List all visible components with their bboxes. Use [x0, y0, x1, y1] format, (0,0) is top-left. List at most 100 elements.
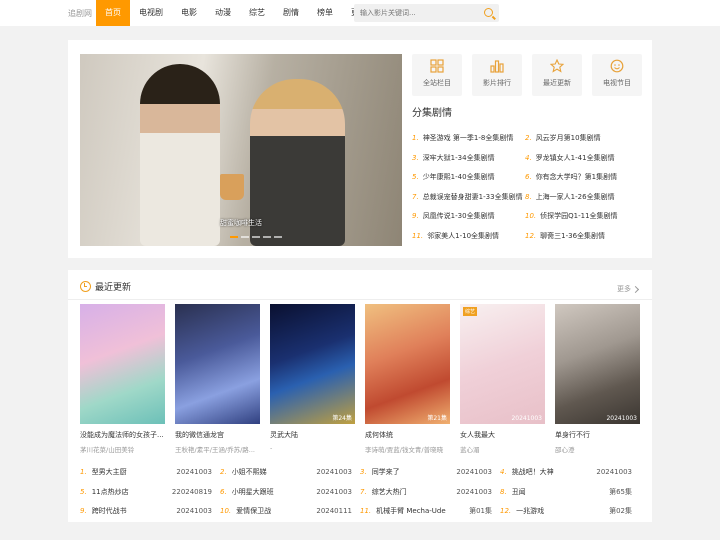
- list-item[interactable]: 2. 小姐不熙娣 20241003: [220, 463, 360, 483]
- card-title[interactable]: 没能成为魔法师的女孩子...: [80, 430, 165, 440]
- card-title[interactable]: 女人我最大: [460, 430, 545, 440]
- media-card[interactable]: 第24集 灵武大陆 -: [270, 304, 355, 454]
- quick-all-columns[interactable]: 全站栏目: [412, 54, 462, 96]
- episode-title: 你有念大学吗？第1集剧情: [535, 173, 618, 181]
- list-item[interactable]: 9. 跨时代战书 20241003: [80, 502, 220, 522]
- list-num: 4.: [500, 468, 507, 476]
- list-num: 2.: [220, 468, 227, 476]
- poster-image[interactable]: 综艺 20241003: [460, 304, 545, 424]
- quick-recent[interactable]: 最近更新: [532, 54, 582, 96]
- quick-tv-programs[interactable]: 电视节目: [592, 54, 642, 96]
- list-num: 11.: [360, 507, 372, 515]
- hero-banner[interactable]: 甜蜜咖啡生活: [80, 54, 402, 246]
- hero-panel: 甜蜜咖啡生活 全站栏目 影片排行 最近更新 电视节目 分集剧情 1. 神圣游戏 …: [68, 40, 652, 258]
- list-item[interactable]: 3. 同学来了 20241003: [360, 463, 500, 483]
- media-card[interactable]: 综艺 20241003 女人我最大 蓝心湄: [460, 304, 545, 454]
- episode-title: 风云岁月第10集剧情: [535, 134, 601, 142]
- chart-icon: [472, 54, 522, 78]
- list-num: 3.: [360, 468, 367, 476]
- card-title[interactable]: 成何体统: [365, 430, 450, 440]
- list-num: 9.: [80, 507, 87, 515]
- episode-num: 12.: [525, 231, 537, 240]
- episode-title: 侦探学园Q1-11全集剧情: [540, 212, 618, 220]
- pager-dot[interactable]: [263, 236, 271, 238]
- list-title: 小姐不熙娣: [231, 468, 267, 476]
- episode-link[interactable]: 7. 总裁误宠替身甜妻1-33全集剧情: [412, 188, 525, 208]
- list-status: 20240111: [316, 507, 352, 515]
- media-card[interactable]: 我的微信通龙宫 王秋艳/素平/王涵/乔苏/路...: [175, 304, 260, 454]
- nav-ranking[interactable]: 榜单: [308, 0, 342, 26]
- list-title: 小明星大跟班: [231, 487, 274, 496]
- nav-movie[interactable]: 电影: [172, 0, 206, 26]
- poster-image[interactable]: [175, 304, 260, 424]
- card-cast: 王秋艳/素平/王涵/乔苏/路...: [175, 446, 255, 454]
- clock-icon: [80, 281, 91, 292]
- nav-plot[interactable]: 剧情: [274, 0, 308, 26]
- banner-pager: [230, 236, 282, 238]
- episode-link[interactable]: 12. 聊斋三1-36全集剧情: [525, 227, 638, 247]
- list-status: 20241003: [456, 487, 492, 496]
- list-status: 20241003: [316, 468, 352, 476]
- list-status: 第01集: [469, 507, 492, 515]
- pager-dot[interactable]: [274, 236, 282, 238]
- nav-anime[interactable]: 动漫: [206, 0, 240, 26]
- episode-link[interactable]: 9. 凤凰传说1-30全集剧情: [412, 207, 525, 227]
- list-title: 同学来了: [371, 468, 400, 476]
- episode-link[interactable]: 3. 深牢大狱1-34全集剧情: [412, 149, 525, 169]
- poster-image[interactable]: 第24集: [270, 304, 355, 424]
- pager-dot[interactable]: [252, 236, 260, 238]
- search-input[interactable]: [354, 4, 474, 22]
- list-title: 型男大主厨: [91, 468, 127, 476]
- grid-icon: [412, 54, 462, 78]
- list-item[interactable]: 11. 机械手臂 Mecha-Ude 第01集: [360, 502, 500, 522]
- episode-num: 9.: [412, 212, 419, 220]
- list-item[interactable]: 12. 一兆游戏 第02集: [500, 502, 640, 522]
- recent-header: 最近更新: [80, 280, 131, 293]
- media-card[interactable]: 第21集 成何体统 李诗萌/贾蓝/钱文青/普晓晓: [365, 304, 450, 454]
- banner-caption: 甜蜜咖啡生活: [220, 219, 262, 227]
- list-title: 综艺大热门: [371, 487, 407, 496]
- list-item[interactable]: 10. 爱情保卫战 20240111: [220, 502, 360, 522]
- poster-image[interactable]: 第21集: [365, 304, 450, 424]
- more-label: 更多: [617, 285, 631, 293]
- episode-link[interactable]: 5. 少年康熙1-40全集剧情: [412, 168, 525, 188]
- episode-title: 凤凰传说1-30全集剧情: [422, 212, 495, 220]
- list-num: 10.: [220, 507, 232, 515]
- episode-link[interactable]: 11. 邻家美人1-10全集剧情: [412, 227, 525, 247]
- list-item[interactable]: 6. 小明星大跟班 20241003: [220, 483, 360, 503]
- nav-variety[interactable]: 综艺: [240, 0, 274, 26]
- episode-title: 罗龙镇女人1-41全集剧情: [535, 153, 615, 162]
- episode-link[interactable]: 1. 神圣游戏 第一季1-8全集剧情: [412, 129, 525, 149]
- list-status: 20241003: [316, 487, 352, 496]
- list-item[interactable]: 4. 挑战吧！大神 20241003: [500, 463, 640, 483]
- media-card[interactable]: 没能成为魔法师的女孩子... 茅川花菜/山田美铃: [80, 304, 165, 454]
- quick-label: 全站栏目: [423, 79, 451, 87]
- nav-tv[interactable]: 电视剧: [130, 0, 172, 26]
- card-title[interactable]: 我的微信通龙宫: [175, 430, 260, 440]
- pager-dot[interactable]: [241, 236, 249, 238]
- list-num: 5.: [80, 487, 87, 496]
- episode-link[interactable]: 6. 你有念大学吗？第1集剧情: [525, 168, 638, 188]
- list-title: 爱情保卫战: [236, 507, 272, 515]
- more-link[interactable]: 更多: [617, 284, 640, 294]
- poster-image[interactable]: [80, 304, 165, 424]
- divider: [68, 299, 652, 300]
- list-item[interactable]: 5. 11点热炒店 220240819: [80, 483, 220, 503]
- episode-link[interactable]: 8. 上海一家人1-26全集剧情: [525, 188, 638, 208]
- episode-link[interactable]: 4. 罗龙镇女人1-41全集剧情: [525, 149, 638, 169]
- poster-image[interactable]: 20241003: [555, 304, 640, 424]
- list-item[interactable]: 1. 型男大主厨 20241003: [80, 463, 220, 483]
- pager-dot[interactable]: [230, 236, 238, 238]
- list-item[interactable]: 8. 丑闻 第65集: [500, 483, 640, 503]
- media-card[interactable]: 20241003 单身行不行 邵心澄: [555, 304, 640, 454]
- card-title[interactable]: 单身行不行: [555, 430, 640, 440]
- card-title[interactable]: 灵武大陆: [270, 430, 355, 440]
- site-logo[interactable]: 追剧网: [68, 8, 92, 19]
- episode-link[interactable]: 2. 风云岁月第10集剧情: [525, 129, 638, 149]
- nav-home[interactable]: 首页: [96, 0, 130, 26]
- episode-link[interactable]: 10. 侦探学园Q1-11全集剧情: [525, 207, 638, 227]
- quick-ranking[interactable]: 影片排行: [472, 54, 522, 96]
- list-item[interactable]: 7. 综艺大热门 20241003: [360, 483, 500, 503]
- search-box: [354, 4, 499, 22]
- search-icon[interactable]: [484, 8, 493, 17]
